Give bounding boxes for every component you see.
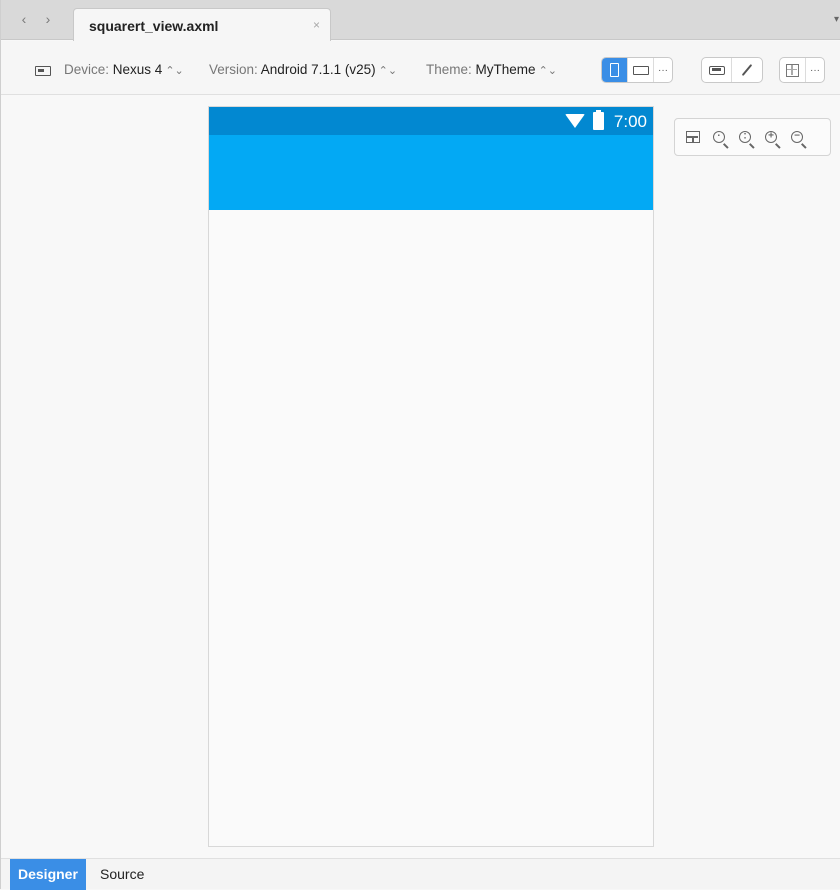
device-preview[interactable]: 7:00 bbox=[208, 106, 654, 847]
tab-squarert-view[interactable]: squarert_view.axml × bbox=[73, 8, 331, 41]
status-bar: 7:00 bbox=[209, 107, 653, 135]
material-bar-button[interactable] bbox=[702, 58, 732, 82]
grid-icon bbox=[786, 63, 799, 77]
device-value: Nexus 4 bbox=[112, 62, 163, 77]
fit-layout-button[interactable] bbox=[683, 127, 703, 147]
device-icon bbox=[35, 66, 51, 76]
back-icon[interactable]: ‹ bbox=[17, 12, 31, 26]
tab-source[interactable]: Source bbox=[92, 859, 152, 890]
theme-spinner-icon: ⌃⌄ bbox=[538, 65, 557, 77]
version-value: Android 7.1.1 (v25) bbox=[260, 62, 376, 77]
portrait-icon bbox=[610, 63, 619, 77]
zoom-out-button[interactable]: − bbox=[787, 127, 807, 147]
tab-overflow-icon[interactable]: ▾ bbox=[834, 14, 839, 25]
layout-group: ··· bbox=[779, 57, 825, 83]
zoom-toolbar: · : + − bbox=[674, 118, 831, 156]
view-mode-group bbox=[701, 57, 763, 83]
material-bar-icon bbox=[708, 65, 725, 75]
layout-grid-button[interactable] bbox=[780, 58, 806, 82]
status-time: 7:00 bbox=[613, 112, 647, 131]
layout-more-button[interactable]: ··· bbox=[806, 58, 824, 82]
zoom-actual-icon: : bbox=[739, 131, 751, 143]
zoom-fit-icon: · bbox=[713, 131, 725, 143]
designer-toolbar: Device: Nexus 4 ⌃⌄ Version: Android 7.1.1… bbox=[1, 41, 840, 95]
bottom-tab-bar: Designer Source bbox=[1, 858, 840, 890]
forward-icon[interactable]: › bbox=[41, 12, 55, 26]
device-selector[interactable]: Device: Nexus 4 ⌃⌄ bbox=[64, 62, 184, 77]
designer-window: ‹ › squarert_view.axml × ▾ Device: Nexus… bbox=[0, 0, 840, 890]
theme-selector[interactable]: Theme: MyTheme ⌃⌄ bbox=[426, 62, 557, 77]
brush-icon bbox=[741, 63, 753, 77]
theme-value: MyTheme bbox=[475, 62, 536, 77]
portrait-button[interactable] bbox=[602, 58, 628, 82]
landscape-icon bbox=[632, 65, 649, 75]
landscape-button[interactable] bbox=[628, 58, 654, 82]
zoom-in-button[interactable]: + bbox=[761, 127, 781, 147]
device-label: Device: bbox=[64, 62, 110, 77]
tab-title: squarert_view.axml bbox=[89, 18, 219, 34]
close-icon[interactable]: × bbox=[313, 18, 320, 32]
design-canvas[interactable]: 7:00 · : + − bbox=[1, 96, 840, 858]
brush-button[interactable] bbox=[732, 58, 762, 82]
version-selector[interactable]: Version: Android 7.1.1 (v25) ⌃⌄ bbox=[209, 62, 397, 77]
device-spinner-icon: ⌃⌄ bbox=[165, 65, 184, 77]
action-bar bbox=[209, 135, 653, 210]
theme-label: Theme: bbox=[426, 62, 472, 77]
battery-icon bbox=[593, 110, 604, 130]
zoom-actual-button[interactable]: : bbox=[735, 127, 755, 147]
tab-bar: ‹ › squarert_view.axml × ▾ bbox=[1, 0, 840, 41]
orientation-group: ··· bbox=[601, 57, 673, 83]
zoom-out-icon: − bbox=[791, 131, 803, 143]
version-label: Version: bbox=[209, 62, 258, 77]
wifi-icon bbox=[565, 114, 585, 128]
orientation-more-button[interactable]: ··· bbox=[654, 58, 672, 82]
zoom-fit-button[interactable]: · bbox=[709, 127, 729, 147]
fit-layout-icon bbox=[686, 131, 700, 143]
zoom-in-icon: + bbox=[765, 131, 777, 143]
tab-designer[interactable]: Designer bbox=[10, 859, 86, 890]
version-spinner-icon: ⌃⌄ bbox=[378, 65, 398, 77]
